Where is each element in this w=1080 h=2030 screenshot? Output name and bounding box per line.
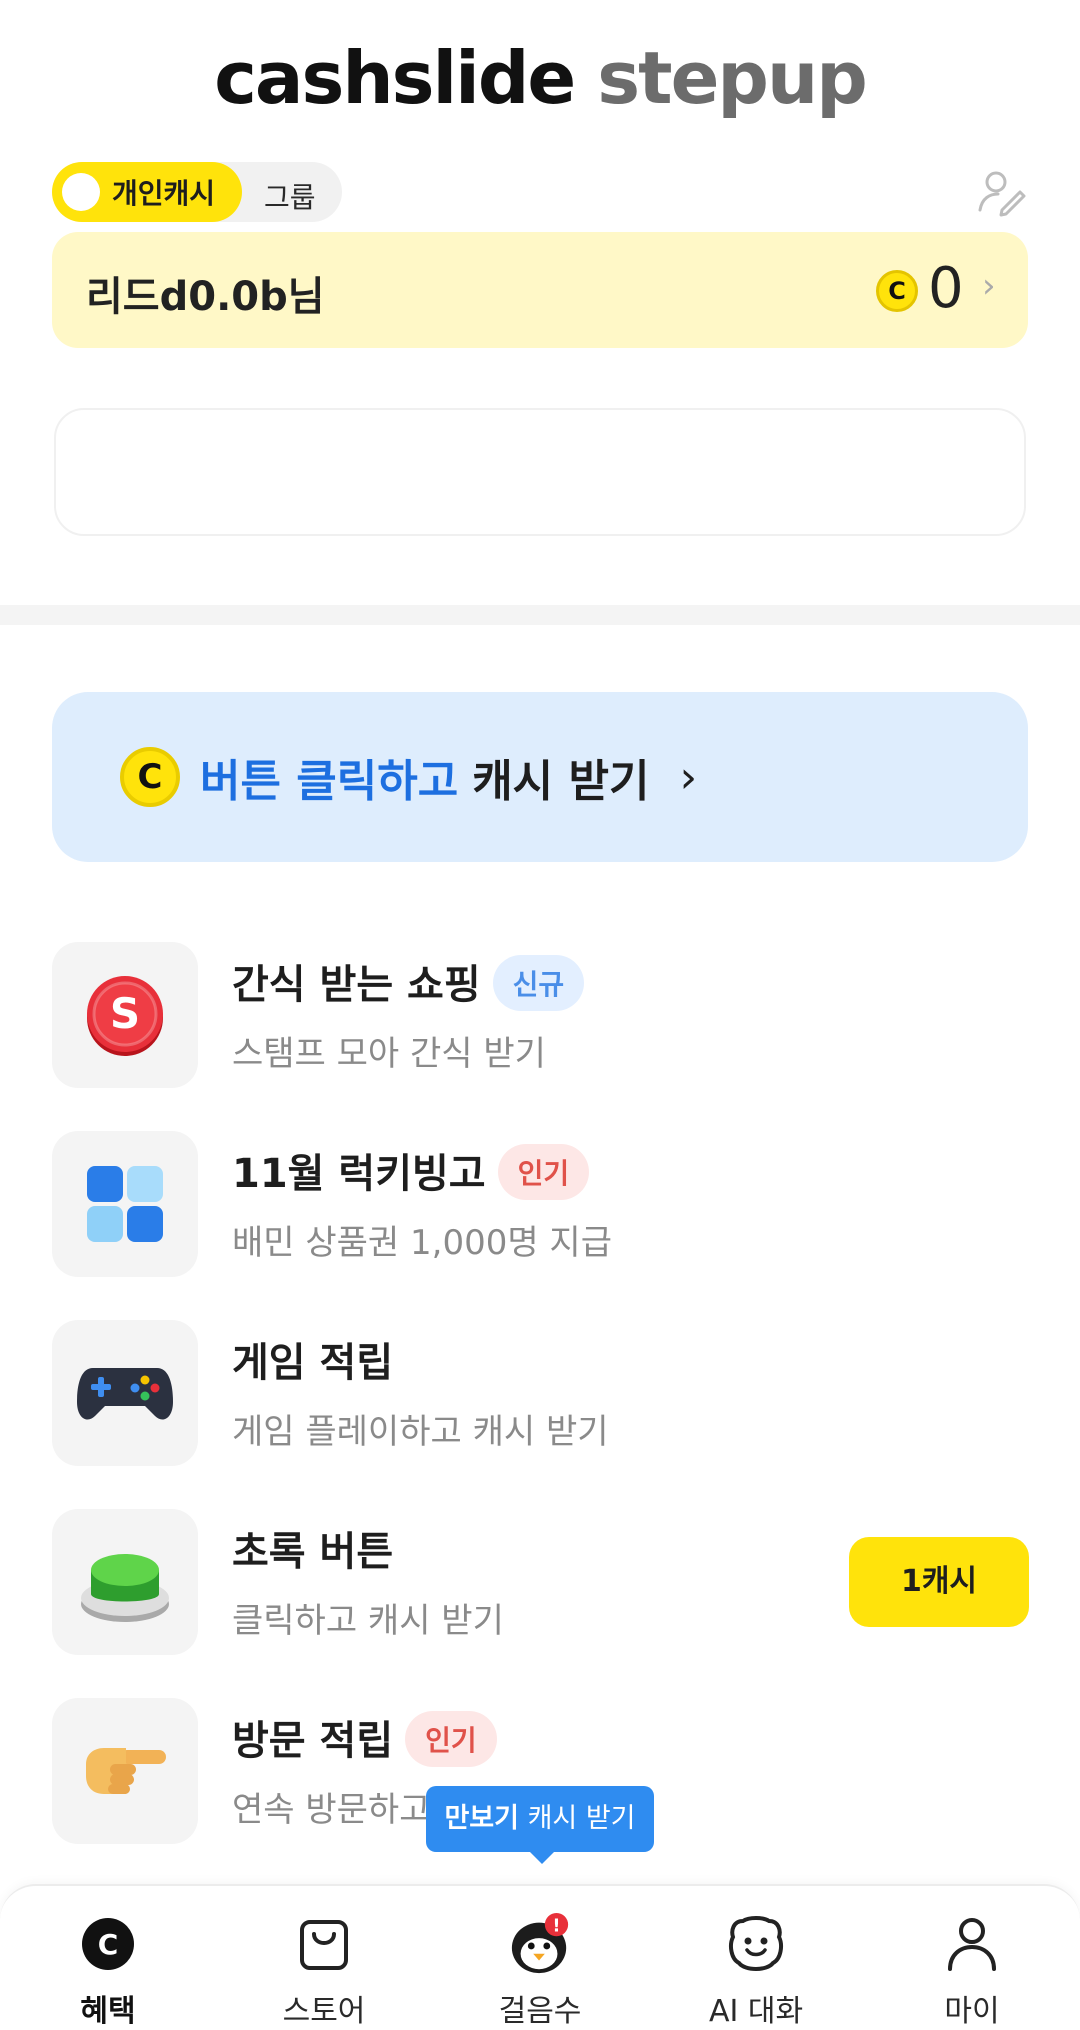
ai-face-icon	[724, 1912, 788, 1976]
cash-balance: 0	[928, 256, 964, 321]
bingo-grid-icon	[52, 1131, 198, 1277]
new-badge: 신규	[492, 955, 585, 1011]
nav-label: 걸음수	[498, 1994, 582, 2029]
list-item-title: 초록 버튼	[232, 1529, 394, 1575]
list-item-green-button[interactable]: 초록 버튼 클릭하고 캐시 받기 1캐시	[52, 1509, 1029, 1655]
list-item-subtitle: 게임 플레이하고 캐시 받기	[232, 1412, 609, 1452]
penguin-icon: !	[508, 1912, 572, 1976]
toggle-personal-label: 개인캐시	[112, 177, 216, 210]
coin-icon: C	[120, 747, 180, 807]
svg-text:S: S	[110, 989, 140, 1038]
toggle-personal-cash[interactable]: 개인캐시	[52, 162, 242, 222]
list-item-title: 방문 적립 인기	[232, 1708, 497, 1771]
click-button-banner[interactable]: C 버튼 클릭하고 캐시 받기 ›	[52, 692, 1028, 862]
shopping-bag-icon	[292, 1912, 356, 1976]
list-item-snack-shopping[interactable]: S 간식 받는 쇼핑 신규 스탬프 모아 간식 받기	[52, 942, 1028, 1088]
list-item-subtitle: 클릭하고 캐시 받기	[232, 1601, 504, 1641]
list-item-title: 게임 적립	[232, 1340, 394, 1386]
gamepad-icon	[52, 1320, 198, 1466]
bottom-navigation: C 혜택 스토어 ! 걸음수 AI 대화 마이	[0, 1884, 1080, 2030]
list-item-subtitle: 연속 방문하고	[232, 1790, 431, 1830]
banner-text: 캐시 받기	[472, 756, 650, 807]
coin-icon: C	[876, 270, 918, 312]
nav-label: 스토어	[282, 1994, 366, 2029]
list-item-subtitle: 배민 상품권 1,000명 지급	[232, 1223, 612, 1263]
benefit-coin-icon: C	[76, 1912, 140, 1976]
tooltip-arrow	[528, 1850, 556, 1864]
user-name: 리드d0.0b님	[86, 274, 325, 320]
list-item-lucky-bingo[interactable]: 11월 럭키빙고 인기 배민 상품권 1,000명 지급	[52, 1131, 1028, 1277]
person-icon	[940, 1912, 1004, 1976]
popular-badge: 인기	[497, 1144, 590, 1200]
pointing-hand-icon	[52, 1698, 198, 1844]
logo-main-text: cashslide	[214, 36, 576, 120]
user-balance-card[interactable]: 리드d0.0b님 C 0 ›	[52, 232, 1028, 348]
pedometer-tooltip[interactable]: 만보기 캐시 받기	[426, 1786, 654, 1864]
nav-item-benefits[interactable]: C 혜택	[28, 1912, 188, 2030]
section-divider	[0, 605, 1080, 625]
nav-item-ai-chat[interactable]: AI 대화	[676, 1912, 836, 2030]
list-item-game-rewards[interactable]: 게임 적립 게임 플레이하고 캐시 받기	[52, 1320, 1028, 1466]
tooltip-text: 캐시 받기	[527, 1803, 636, 1834]
app-logo: cashslide stepup	[0, 36, 1080, 120]
list-item-title: 간식 받는 쇼핑 신규	[232, 952, 585, 1015]
placeholder-card	[54, 408, 1026, 536]
nav-label: 혜택	[80, 1994, 136, 2029]
snack-shop-icon: S	[52, 942, 198, 1088]
svg-text:!: !	[553, 1916, 561, 1936]
profile-edit-icon[interactable]	[976, 166, 1028, 218]
nav-label: 마이	[944, 1994, 1000, 2029]
collect-cash-button[interactable]: 1캐시	[849, 1537, 1029, 1627]
nav-item-steps[interactable]: ! 걸음수	[460, 1912, 620, 2030]
nav-item-store[interactable]: 스토어	[244, 1912, 404, 2030]
popular-badge: 인기	[405, 1711, 497, 1767]
toggle-knob	[62, 173, 100, 211]
green-button-icon	[52, 1509, 198, 1655]
banner-highlight: 버튼 클릭하고	[200, 756, 459, 807]
cash-mode-toggle[interactable]: 개인캐시 그룹	[52, 162, 342, 222]
svg-text:C: C	[98, 1928, 119, 1961]
list-item-title: 11월 럭키빙고 인기	[232, 1141, 590, 1204]
toggle-group-label[interactable]: 그룹	[264, 176, 316, 216]
nav-item-my[interactable]: 마이	[892, 1912, 1052, 2030]
chevron-right-icon: ›	[679, 751, 698, 803]
logo-sub-text: stepup	[597, 36, 867, 120]
chevron-right-icon: ›	[982, 266, 996, 306]
tooltip-bold-text: 만보기	[444, 1803, 519, 1834]
nav-label: AI 대화	[708, 1994, 804, 2029]
list-item-subtitle: 스탬프 모아 간식 받기	[232, 1034, 546, 1074]
